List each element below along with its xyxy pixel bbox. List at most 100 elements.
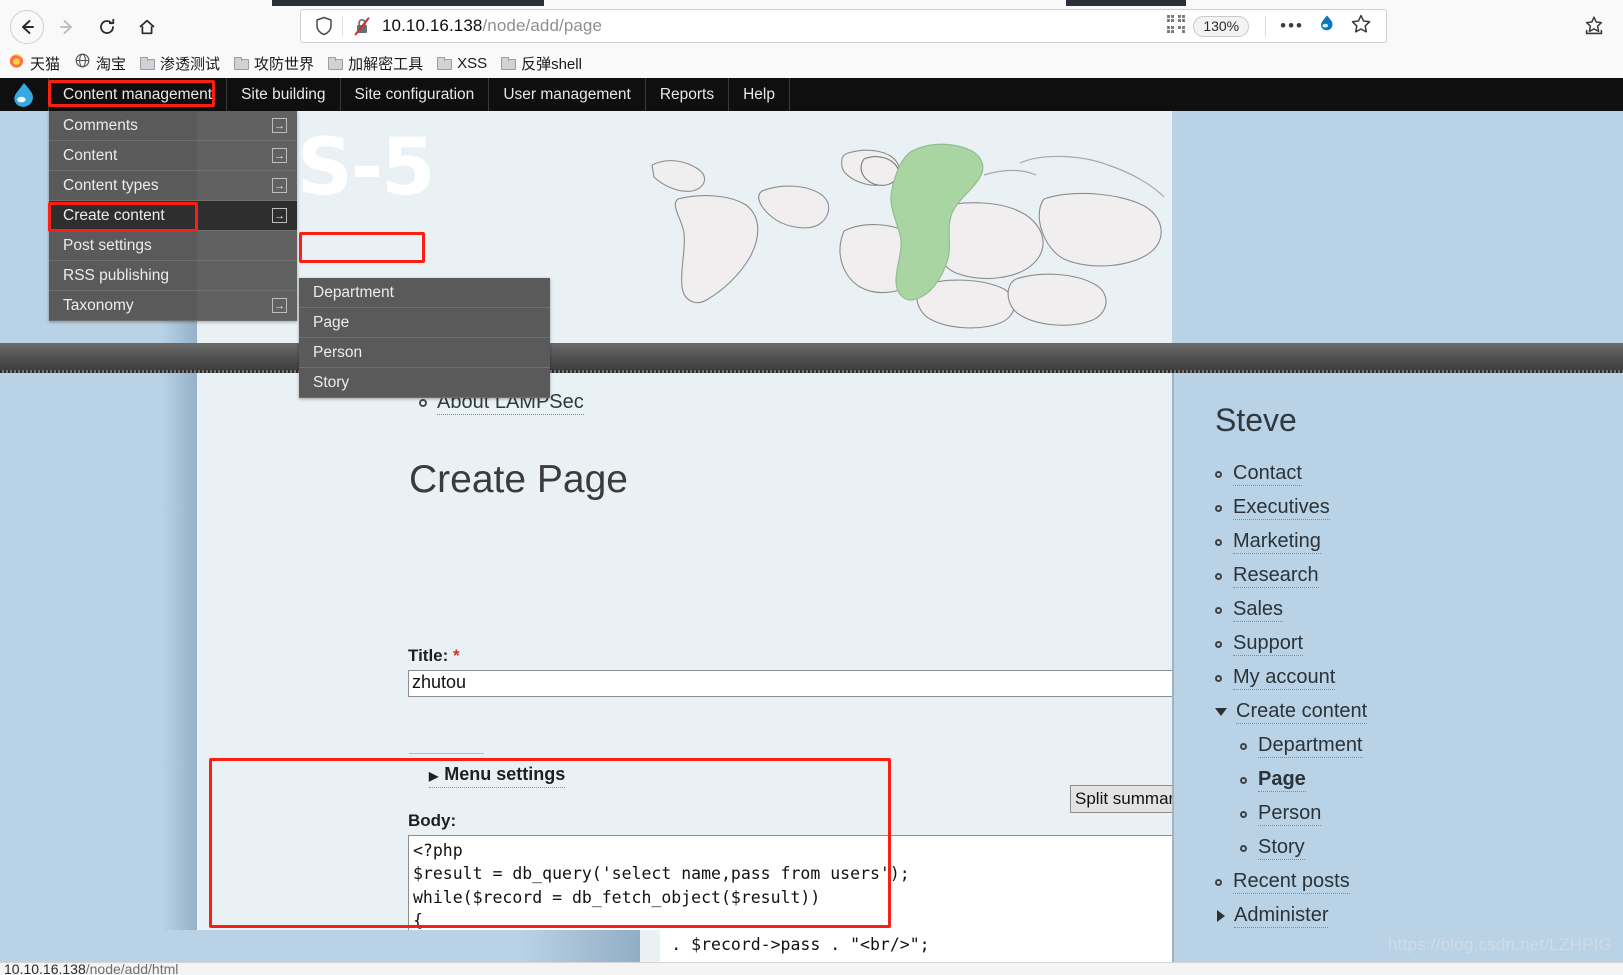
qr-code-icon[interactable] — [1165, 13, 1187, 40]
dropdown-item-content-types[interactable]: Content types → — [49, 171, 297, 201]
firefox-favicon-icon — [8, 52, 25, 74]
folder-icon — [234, 56, 250, 70]
sidebar-item-label: Contact — [1233, 462, 1302, 486]
admin-menu-item-user-management[interactable]: User management — [489, 78, 646, 111]
caret-down-icon[interactable] — [1215, 708, 1227, 716]
screenshot-root: 10.10.16.138/node/add/page 130% ••• 天猫 淘… — [0, 0, 1623, 975]
submenu-arrow-icon[interactable]: → — [272, 118, 287, 133]
url-host: 10.10.16.138 — [382, 16, 483, 35]
bullet-icon — [1215, 470, 1222, 478]
bookmark-folder[interactable]: 攻防世界 — [234, 53, 314, 74]
dropdown-item-post-settings[interactable]: Post settings — [49, 231, 297, 261]
europe-map-image — [612, 139, 1172, 343]
urlbar-divider — [342, 16, 343, 36]
sidebar-item-department[interactable]: Department — [1174, 729, 1623, 763]
submenu-item-story[interactable]: Story — [299, 368, 550, 398]
dropdown-item-content[interactable]: Content → — [49, 141, 297, 171]
left-rail-shadow — [161, 373, 197, 975]
save-to-pocket-icon[interactable] — [1577, 9, 1611, 43]
submenu-item-label: Story — [313, 373, 350, 391]
submenu-item-department[interactable]: Department — [299, 278, 550, 308]
browser-chrome: 10.10.16.138/node/add/page 130% ••• — [0, 0, 1623, 48]
sidebar-item-recent-posts[interactable]: Recent posts — [1174, 865, 1623, 899]
caret-right-icon[interactable] — [1217, 910, 1225, 922]
tracking-protection-shield-icon[interactable] — [315, 16, 333, 36]
broken-lock-icon[interactable] — [352, 16, 372, 36]
admin-menu-item-content-management[interactable]: Content management — [48, 78, 228, 111]
bookmark-folder[interactable]: 加解密工具 — [328, 53, 423, 74]
forward-button[interactable] — [50, 10, 84, 44]
admin-menu-item-site-configuration[interactable]: Site configuration — [341, 78, 490, 111]
sidebar-item-person[interactable]: Person — [1174, 797, 1623, 831]
back-button[interactable] — [10, 10, 44, 44]
drupal-logo-icon[interactable] — [0, 78, 48, 111]
address-bar[interactable]: 10.10.16.138/node/add/page 130% ••• — [300, 9, 1387, 43]
bookmark-label: 天猫 — [30, 55, 61, 73]
bookmark-folder[interactable]: 反弹shell — [501, 53, 582, 74]
bookmark-folder[interactable]: XSS — [437, 55, 487, 72]
title-input[interactable] — [408, 670, 1297, 697]
page-actions-menu-icon[interactable]: ••• — [1274, 16, 1310, 36]
sidebar-item-support[interactable]: Support — [1174, 627, 1623, 661]
zoom-level-indicator[interactable]: 130% — [1193, 15, 1250, 37]
sidebar-item-label: My account — [1233, 666, 1336, 690]
address-bar-text[interactable]: 10.10.16.138/node/add/page — [382, 16, 602, 36]
bookmark-folder[interactable]: 渗透测试 — [140, 53, 220, 74]
sidebar-item-page[interactable]: Page — [1174, 763, 1623, 797]
menu-settings-toggle[interactable]: ▶ Menu settings — [429, 764, 566, 788]
sidebar-item-sales[interactable]: Sales — [1174, 593, 1623, 627]
sidebar-item-story[interactable]: Story — [1174, 831, 1623, 865]
dropdown-item-taxonomy[interactable]: Taxonomy → — [49, 291, 297, 321]
submenu-arrow-icon[interactable]: → — [272, 208, 287, 223]
submenu-arrow-icon[interactable]: → — [272, 178, 287, 193]
sidebar-item-administer[interactable]: Administer — [1174, 899, 1623, 933]
dropdown-row-segment — [197, 261, 297, 290]
drupal-extension-icon[interactable] — [1310, 13, 1344, 40]
submenu-item-page[interactable]: Page — [299, 308, 550, 338]
create-content-submenu: Department Page Person Story — [299, 278, 550, 398]
admin-menu-item-reports[interactable]: Reports — [646, 78, 730, 111]
sidebar-item-my-account[interactable]: My account — [1174, 661, 1623, 695]
folder-icon — [328, 56, 344, 70]
dropdown-item-rss-publishing[interactable]: RSS publishing — [49, 261, 297, 291]
page-viewport: tOS-5 Content management Site building S… — [0, 78, 1623, 975]
dropdown-item-label: Create content — [63, 206, 165, 224]
admin-menu-item-site-building[interactable]: Site building — [227, 78, 341, 111]
sidebar-item-label: Support — [1233, 632, 1304, 656]
sidebar-item-label: Person — [1258, 802, 1322, 826]
dropdown-item-label: Content — [63, 146, 118, 164]
body-field-label: Body: — [408, 811, 457, 830]
sidebar-item-label: Marketing — [1233, 530, 1321, 554]
sidebar-item-marketing[interactable]: Marketing — [1174, 525, 1623, 559]
bookmark-item[interactable]: 天猫 — [8, 52, 60, 74]
title-field-label: Title: * — [408, 646, 460, 666]
sidebar-menu: Contact Executives Marketing Research Sa… — [1174, 457, 1623, 933]
bullet-icon — [1215, 878, 1222, 886]
page-bottom-content-bg — [640, 930, 660, 962]
sidebar-item-label: Story — [1258, 836, 1305, 860]
bookmark-star-icon[interactable] — [1344, 13, 1378, 40]
dropdown-item-create-content[interactable]: Create content → — [49, 201, 297, 231]
admin-menu-item-help[interactable]: Help — [729, 78, 790, 111]
submenu-item-person[interactable]: Person — [299, 338, 550, 368]
home-button[interactable] — [130, 10, 164, 44]
reload-button[interactable] — [90, 10, 124, 44]
sidebar-item-label: Administer — [1234, 904, 1329, 928]
sidebar-item-create-content[interactable]: Create content — [1174, 695, 1623, 729]
bookmark-label: 加解密工具 — [348, 55, 424, 73]
sidebar-item-contact[interactable]: Contact — [1174, 457, 1623, 491]
page-title: Create Page — [409, 458, 628, 501]
secondary-nav-band — [0, 343, 1623, 373]
url-path: /node/add/page — [482, 16, 603, 35]
bookmark-item[interactable]: 淘宝 — [74, 52, 126, 74]
sidebar-title: Steve — [1215, 402, 1297, 438]
sidebar-item-executives[interactable]: Executives — [1174, 491, 1623, 525]
sidebar-item-research[interactable]: Research — [1174, 559, 1623, 593]
folder-icon — [140, 56, 156, 70]
submenu-arrow-icon[interactable]: → — [272, 298, 287, 313]
bullet-icon — [1215, 572, 1222, 580]
dropdown-item-comments[interactable]: Comments → — [49, 111, 297, 141]
submenu-arrow-icon[interactable]: → — [272, 148, 287, 163]
sidebar-item-label: Executives — [1233, 496, 1330, 520]
bookmark-label: 攻防世界 — [254, 55, 315, 73]
